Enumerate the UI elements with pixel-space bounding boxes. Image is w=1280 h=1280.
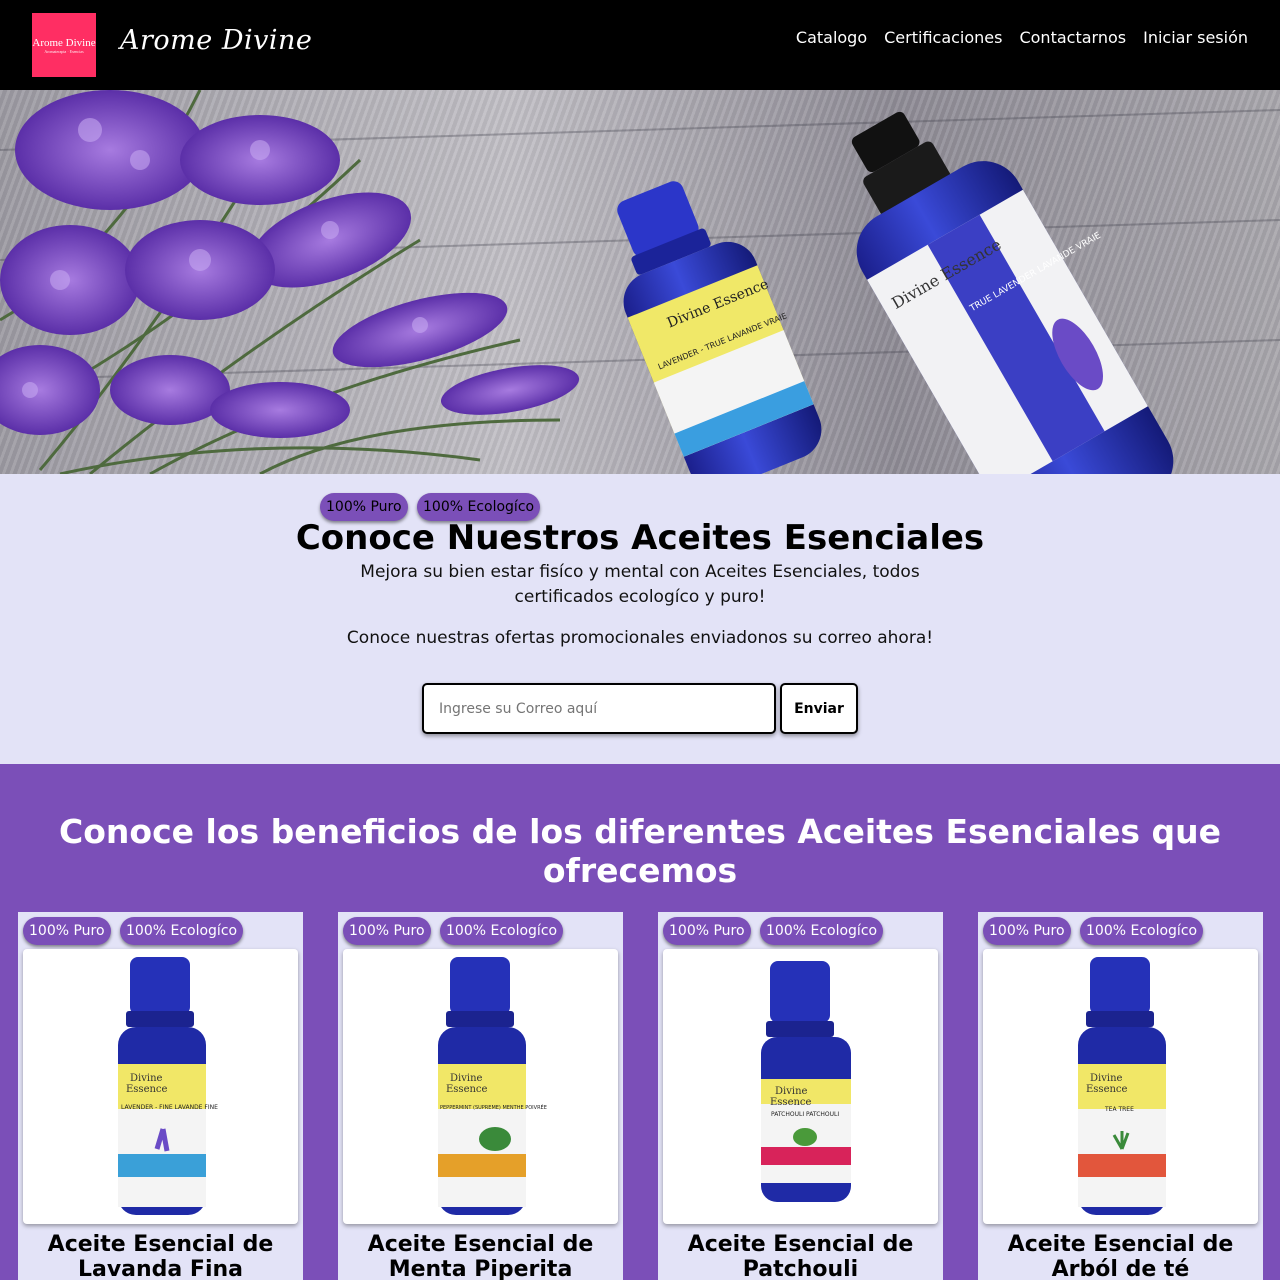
promo-title: Conoce Nuestros Aceites Esenciales xyxy=(295,518,985,558)
hero-illustration: Divine Essence LAVENDER - TRUE LAVANDE V… xyxy=(0,90,1280,474)
svg-text:Divine: Divine xyxy=(450,1073,483,1084)
email-input[interactable] xyxy=(422,683,776,734)
product-name[interactable]: Aceite Esencial de Menta Piperita xyxy=(338,1232,623,1280)
svg-text:Essence: Essence xyxy=(126,1084,168,1095)
nav-link-contactarnos[interactable]: Contactarnos xyxy=(1019,28,1126,47)
product-bottle: Divine Essence TEA TREE xyxy=(1078,957,1166,1215)
product-bottle: Divine Essence PEPPERMINT (SUPREME) MENT… xyxy=(438,957,547,1215)
badge-ecological: 100% Ecologíco xyxy=(120,917,244,945)
badge-ecological: 100% Ecologíco xyxy=(1080,917,1204,945)
badge-ecological: 100% Ecologíco xyxy=(417,493,541,521)
product-bottle: Divine Essence PATCHOULI PATCHOULI xyxy=(761,961,851,1202)
product-name[interactable]: Aceite Esencial de Patchouli xyxy=(658,1232,943,1280)
product-label: TEA TREE xyxy=(1104,1106,1134,1113)
nav-link-catalogo[interactable]: Catalogo xyxy=(796,28,867,47)
svg-text:Divine: Divine xyxy=(1090,1073,1123,1084)
hero-banner-image: Divine Essence LAVENDER - TRUE LAVANDE V… xyxy=(0,90,1280,474)
badge-pure: 100% Puro xyxy=(320,493,408,521)
badge-pure: 100% Puro xyxy=(663,917,751,945)
benefits-title: Conoce los beneficios de los diferentes … xyxy=(59,812,1221,890)
nav-link-iniciar-sesion[interactable]: Iniciar sesión xyxy=(1143,28,1248,47)
badge-pure: 100% Puro xyxy=(983,917,1071,945)
svg-text:Essence: Essence xyxy=(770,1097,812,1108)
product-image[interactable]: Divine Essence TEA TREE xyxy=(983,949,1258,1224)
promo-subtitle: Mejora su bien estar fisíco y mental con… xyxy=(360,562,920,607)
svg-text:Essence: Essence xyxy=(1086,1084,1128,1095)
brand-name[interactable]: Arome Divine xyxy=(120,25,312,56)
promo-offer-text: Conoce nuestras ofertas promocionales en… xyxy=(346,628,934,648)
product-label: PEPPERMINT (SUPREME) MENTHE POIVRÉE xyxy=(440,1103,547,1111)
send-button[interactable]: Enviar xyxy=(780,683,858,734)
product-card[interactable]: 100% Puro 100% Ecologíco Divine Essence … xyxy=(978,912,1263,1280)
svg-text:Divine: Divine xyxy=(130,1073,163,1084)
badge-pure: 100% Puro xyxy=(343,917,431,945)
svg-text:Essence: Essence xyxy=(446,1084,488,1095)
product-label: LAVENDER - FINE LAVANDE FINE xyxy=(121,1104,218,1111)
product-bottle: Divine Essence LAVENDER - FINE LAVANDE F… xyxy=(118,957,218,1215)
navbar: Arome Divine Aromaterapia · Esencias Aro… xyxy=(0,0,1280,90)
product-image[interactable]: Divine Essence PEPPERMINT (SUPREME) MENT… xyxy=(343,949,618,1224)
brand-logo[interactable]: Arome Divine Aromaterapia · Esencias xyxy=(32,13,96,77)
product-image[interactable]: Divine Essence LAVENDER - FINE LAVANDE F… xyxy=(23,949,298,1224)
nav-link-certificaciones[interactable]: Certificaciones xyxy=(884,28,1002,47)
product-card[interactable]: 100% Puro 100% Ecologíco Divine Essence … xyxy=(18,912,303,1280)
product-card[interactable]: 100% Puro 100% Ecologíco Divine Essence … xyxy=(658,912,943,1280)
logo-subtext: Aromaterapia · Esencias xyxy=(44,48,84,54)
badge-ecological: 100% Ecologíco xyxy=(760,917,884,945)
product-image[interactable]: Divine Essence PATCHOULI PATCHOULI xyxy=(663,949,938,1224)
product-card[interactable]: 100% Puro 100% Ecologíco Divine Essence … xyxy=(338,912,623,1280)
badge-ecological: 100% Ecologíco xyxy=(440,917,564,945)
product-label: PATCHOULI PATCHOULI xyxy=(771,1111,839,1118)
svg-text:Divine: Divine xyxy=(775,1086,808,1097)
logo-text: Arome Divine xyxy=(32,36,96,49)
badge-pure: 100% Puro xyxy=(23,917,111,945)
product-name[interactable]: Aceite Esencial de Lavanda Fina xyxy=(18,1232,303,1280)
nav-menu: Catalogo Certificaciones Contactarnos In… xyxy=(796,28,1248,47)
product-name[interactable]: Aceite Esencial de Arból de té xyxy=(978,1232,1263,1280)
